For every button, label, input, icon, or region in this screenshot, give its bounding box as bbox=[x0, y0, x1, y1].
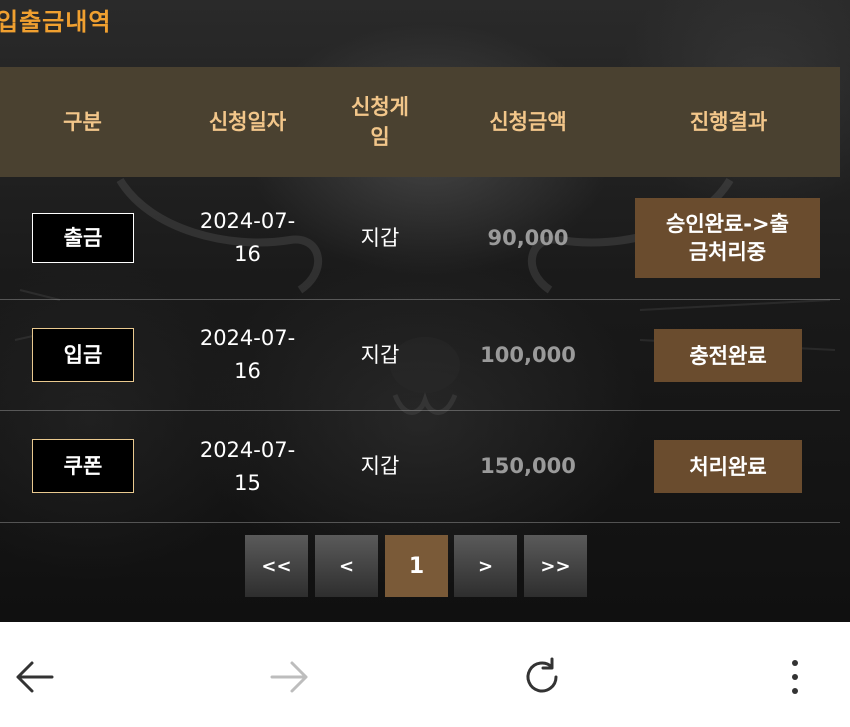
type-badge[interactable]: 쿠폰 bbox=[32, 439, 134, 493]
amount-cell: 150,000 bbox=[480, 454, 576, 478]
header-type: 구분 bbox=[63, 110, 102, 134]
status-cell: 처리완료 bbox=[654, 440, 802, 493]
game-cell: 지갑 bbox=[360, 225, 400, 250]
table-row: 입금 2024-07- 16 지갑 100,000 충전완료 bbox=[0, 300, 840, 411]
status-button[interactable]: 승인완료->출 금처리중 bbox=[635, 198, 820, 278]
status-cell: 승인완료->출 금처리중 bbox=[635, 198, 820, 278]
more-vertical-icon bbox=[792, 660, 798, 694]
header-date: 신청일자 bbox=[208, 110, 287, 134]
header-amount: 신청금액 bbox=[489, 110, 567, 134]
pagination-next-button[interactable]: > bbox=[454, 535, 517, 597]
page-title: 입출금내역 bbox=[0, 8, 112, 36]
game-cell: 지갑 bbox=[360, 454, 400, 478]
date-cell: 2024-07- 16 bbox=[199, 209, 296, 266]
status-cell: 충전완료 bbox=[654, 329, 802, 382]
status-button[interactable]: 충전완료 bbox=[654, 329, 802, 382]
type-cell: 입금 bbox=[30, 328, 136, 382]
amount-cell: 90,000 bbox=[487, 225, 569, 250]
reload-icon bbox=[526, 657, 558, 693]
date-cell: 2024-07- 16 bbox=[199, 326, 296, 383]
pagination-prev-button[interactable]: < bbox=[315, 535, 378, 597]
reload-button[interactable] bbox=[517, 652, 567, 702]
type-badge[interactable]: 입금 bbox=[32, 328, 134, 382]
pagination-last-button[interactable]: >> bbox=[524, 535, 587, 597]
table-row: 쿠폰 2024-07- 15 지갑 150,000 처리완료 bbox=[0, 411, 840, 523]
type-badge[interactable]: 출금 bbox=[32, 213, 134, 263]
arrow-right-icon bbox=[270, 661, 308, 693]
page: 입출금내역 구분 신청일자 신청게 임 신청금액 진행결과 출금 2024-07… bbox=[0, 0, 850, 727]
arrow-left-icon bbox=[16, 661, 54, 693]
pagination-current-page[interactable]: 1 bbox=[385, 535, 448, 597]
type-cell: 쿠폰 bbox=[30, 439, 136, 493]
forward-button[interactable] bbox=[264, 652, 314, 702]
type-cell: 출금 bbox=[30, 212, 136, 264]
menu-button[interactable] bbox=[770, 652, 820, 702]
table-header: 구분 신청일자 신청게 임 신청금액 진행결과 bbox=[0, 67, 840, 177]
status-button[interactable]: 처리완료 bbox=[654, 440, 802, 493]
game-cell: 지갑 bbox=[360, 342, 400, 367]
amount-cell: 100,000 bbox=[480, 342, 576, 367]
back-button[interactable] bbox=[10, 652, 60, 702]
date-cell: 2024-07- 15 bbox=[199, 437, 296, 495]
pagination-first-button[interactable]: << bbox=[245, 535, 308, 597]
header-status: 진행결과 bbox=[689, 110, 768, 134]
table-row: 출금 2024-07- 16 지갑 90,000 승인완료->출 금처리중 bbox=[0, 177, 840, 300]
header-game: 신청게 임 bbox=[351, 95, 409, 149]
browser-toolbar bbox=[0, 622, 850, 727]
